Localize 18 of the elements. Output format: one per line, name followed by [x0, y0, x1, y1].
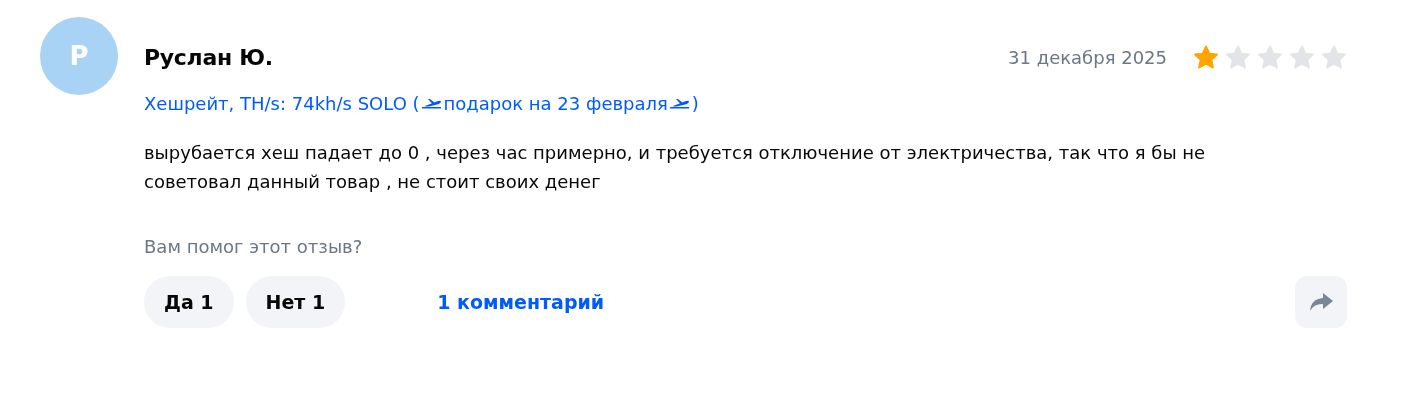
author-name: Руслан Ю.: [144, 44, 274, 70]
review-text: вырубается хеш падает до 0 , через час примерно, и требуется отключение от электричества, так что я бы не советовал данный товар , не стоит своих денег: [144, 141, 1207, 194]
vote-button[interactable]: Нет 1: [245, 276, 346, 328]
star-icon: [1289, 44, 1315, 70]
airplane-icon: [420, 97, 443, 111]
product-variant-link[interactable]: Хешрейт, TH/s: 74kh/s SOLO ( подарок на 23 февраля ): [144, 93, 699, 114]
avatar-letter: Р: [69, 41, 89, 71]
star-icon: [1321, 44, 1347, 70]
comments-link[interactable]: 1 комментарий: [437, 291, 1295, 313]
helpful-question: Вам помог этот отзыв?: [144, 236, 364, 257]
airplane-icon: [668, 97, 691, 111]
star-icon: [1257, 44, 1283, 70]
review-date: 31 декабря 2025: [1008, 46, 1167, 68]
vote-button[interactable]: Да 1: [144, 276, 234, 328]
share-icon: [1308, 291, 1334, 313]
share-button[interactable]: [1295, 276, 1347, 328]
star-icon: [1193, 44, 1219, 70]
star-icon: [1225, 44, 1251, 70]
